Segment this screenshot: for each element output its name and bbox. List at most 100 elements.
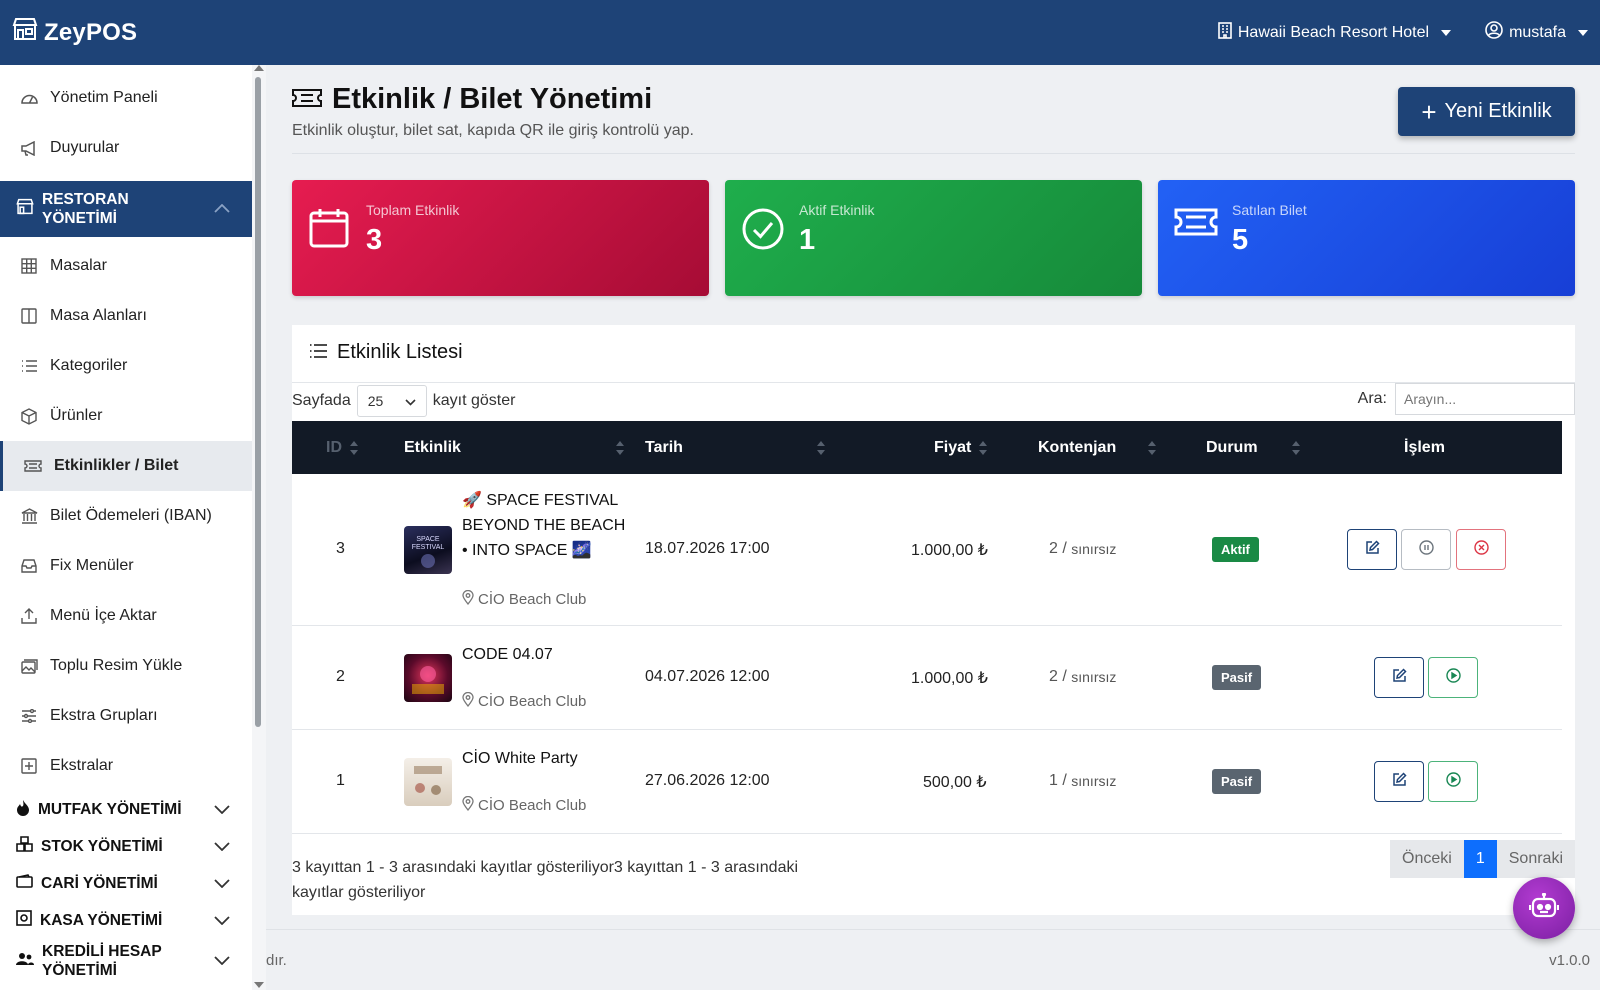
- column-header-date[interactable]: Tarih: [645, 421, 825, 474]
- sidebar-scrollbar[interactable]: [252, 65, 266, 990]
- event-thumbnail[interactable]: SPACE FESTIVAL: [404, 526, 452, 574]
- sidebar-item-products[interactable]: Ürünler: [0, 391, 252, 441]
- stat-value: 1: [799, 224, 816, 256]
- status-badge: Aktif: [1212, 537, 1259, 562]
- x-circle-icon: [1473, 539, 1489, 560]
- chevron-down-icon: [405, 393, 416, 409]
- sidebar-item-extra-groups[interactable]: Ekstra Grupları: [0, 691, 252, 741]
- sidebar-item-dashboard[interactable]: Yönetim Paneli: [0, 73, 252, 123]
- wallet-icon: [16, 874, 33, 893]
- edit-button[interactable]: [1374, 657, 1424, 698]
- pagination-page[interactable]: 1: [1463, 840, 1497, 878]
- sidebar-item-menu-import[interactable]: Menü İçe Aktar: [0, 591, 252, 641]
- sidebar-item-tables[interactable]: Masalar: [0, 241, 252, 291]
- page-subtitle: Etkinlik oluştur, bilet sat, kapıda QR i…: [292, 122, 694, 139]
- column-header-status[interactable]: Durum: [1206, 421, 1300, 474]
- table-search: Ara:: [1358, 383, 1575, 415]
- pagination-prev[interactable]: Önceki: [1390, 840, 1464, 878]
- scrollbar-thumb[interactable]: [255, 77, 261, 727]
- edit-button[interactable]: [1374, 761, 1424, 802]
- sidebar-item-label: Fix Menüler: [50, 557, 134, 574]
- sidebar-item-extras[interactable]: Ekstralar: [0, 741, 252, 791]
- column-header-action: İşlem: [1404, 421, 1445, 474]
- play-circle-icon: [1445, 667, 1461, 688]
- sidebar-section-label: KREDİLİ HESAP: [42, 943, 162, 960]
- map-pin-icon: [462, 589, 474, 609]
- footer-divider: [266, 929, 1600, 930]
- user-name: mustafa: [1509, 23, 1566, 41]
- sidebar-item-announcements[interactable]: Duyurular: [0, 123, 252, 173]
- calendar-icon: [308, 207, 350, 254]
- column-header-quota[interactable]: Kontenjan: [1038, 421, 1156, 474]
- sidebar-section-accounts[interactable]: CARİ YÖNETİMİ: [0, 865, 252, 902]
- main-content: Etkinlik / Bilet Yönetimi Etkinlik oluşt…: [266, 65, 1600, 990]
- sidebar-item-table-areas[interactable]: Masa Alanları: [0, 291, 252, 341]
- cell-quota: 2 / sınırsız: [1049, 668, 1116, 686]
- sidebar-item-label: Ürünler: [50, 407, 103, 424]
- quota-limit: sınırsız: [1071, 541, 1117, 557]
- chevron-up-icon: [214, 200, 230, 218]
- sidebar-item-events[interactable]: Etkinlikler / Bilet: [0, 441, 252, 491]
- sidebar-section-cash[interactable]: KASA YÖNETİMİ: [0, 902, 252, 939]
- scroll-down-icon[interactable]: [254, 982, 264, 988]
- activate-button[interactable]: [1428, 657, 1478, 698]
- sidebar-section-restaurant[interactable]: RESTORAN YÖNETİMİ: [0, 181, 252, 237]
- store-icon: [12, 17, 38, 48]
- event-thumbnail[interactable]: [404, 654, 452, 702]
- column-header-label: Tarih: [645, 438, 683, 456]
- sidebar-item-label: Duyurular: [50, 139, 120, 156]
- svg-text:SPACE: SPACE: [416, 536, 440, 543]
- quota-count: 2 /: [1049, 668, 1067, 685]
- new-event-button[interactable]: + Yeni Etkinlik: [1398, 87, 1575, 136]
- status-badge: Pasif: [1212, 665, 1262, 690]
- sidebar-item-ticket-payments[interactable]: Bilet Ödemeleri (IBAN): [0, 491, 252, 541]
- search-input[interactable]: [1395, 383, 1575, 415]
- robot-icon: [1528, 891, 1560, 924]
- table-row: 3 SPACE FESTIVAL 🚀 SPACE FESTIVAL BEYOND …: [292, 474, 1562, 626]
- pause-circle-icon: [1418, 539, 1434, 560]
- sort-icon: [1292, 440, 1300, 455]
- sidebar-item-label: Yönetim Paneli: [50, 89, 158, 106]
- list-icon: [20, 357, 38, 375]
- status-badge: Pasif: [1212, 769, 1262, 794]
- activate-button[interactable]: [1428, 761, 1478, 802]
- chevron-down-icon: [214, 838, 230, 856]
- stat-label: Satılan Bilet: [1232, 202, 1307, 218]
- stat-value: 5: [1232, 224, 1249, 256]
- chevron-down-icon: [214, 952, 230, 970]
- sidebar-section-kitchen[interactable]: MUTFAK YÖNETİMİ: [0, 791, 252, 828]
- brand-logo[interactable]: ZeyPOS: [12, 17, 137, 48]
- cell-price: 1.000,00 ₺: [911, 542, 988, 559]
- map-pin-icon: [462, 691, 474, 711]
- user-menu[interactable]: mustafa: [1485, 21, 1588, 44]
- pagination-next[interactable]: Sonraki: [1496, 840, 1575, 878]
- column-header-id[interactable]: ID: [326, 421, 358, 474]
- cell-date: 27.06.2026 12:00: [645, 772, 770, 789]
- stat-label: Aktif Etkinlik: [799, 202, 875, 218]
- sidebar-section-credit[interactable]: KREDİLİ HESAP YÖNETİMİ: [0, 939, 252, 983]
- column-header-label: Etkinlik: [404, 438, 461, 456]
- column-header-label: Durum: [1206, 438, 1258, 456]
- list-icon: [309, 341, 327, 364]
- column-header-price[interactable]: Fiyat: [934, 421, 988, 474]
- sidebar-item-fix-menus[interactable]: Fix Menüler: [0, 541, 252, 591]
- edit-button[interactable]: [1347, 529, 1397, 570]
- hotel-selector[interactable]: Hawaii Beach Resort Hotel: [1218, 21, 1452, 44]
- edit-icon: [1392, 771, 1407, 792]
- sidebar-item-bulk-image-upload[interactable]: Toplu Resim Yükle: [0, 641, 252, 691]
- sidebar-item-categories[interactable]: Kategoriler: [0, 341, 252, 391]
- sidebar-section-stock[interactable]: STOK YÖNETİMİ: [0, 828, 252, 865]
- quota-limit: sınırsız: [1071, 773, 1117, 789]
- chatbot-button[interactable]: [1513, 877, 1575, 939]
- scroll-up-icon[interactable]: [254, 65, 264, 71]
- page-length-select[interactable]: 25: [356, 385, 427, 417]
- column-header-event[interactable]: Etkinlik: [404, 421, 624, 474]
- sidebar-section-label: KASA YÖNETİMİ: [40, 911, 163, 929]
- cancel-button[interactable]: [1456, 529, 1506, 570]
- event-thumbnail[interactable]: [404, 758, 452, 806]
- sliders-icon: [20, 707, 38, 725]
- column-header-label: İşlem: [1404, 438, 1445, 456]
- sidebar-section-label: MUTFAK YÖNETİMİ: [38, 800, 182, 818]
- cell-date: 18.07.2026 17:00: [645, 540, 770, 557]
- pause-button[interactable]: [1401, 529, 1451, 570]
